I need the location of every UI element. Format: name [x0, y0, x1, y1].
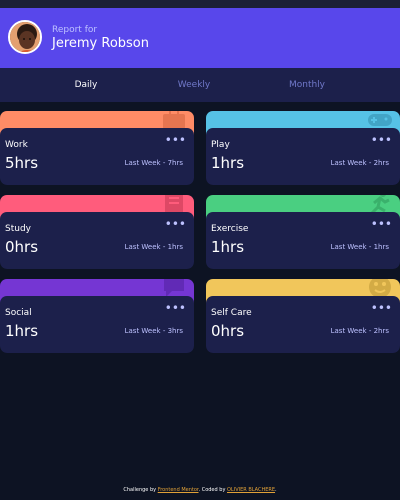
card-title: Social	[5, 308, 32, 318]
card-body[interactable]: Play ••• 1hrs Last Week - 2hrs	[206, 128, 400, 185]
activity-card-study: Study ••• 0hrs Last Week - 1hrs	[0, 195, 194, 269]
attribution-footer: Challenge by Frontend Mentor. Coded by O…	[0, 487, 400, 493]
footer-author-link[interactable]: OLIVIER BLACHERE	[227, 487, 275, 493]
activity-card-work: Work ••• 5hrs Last Week - 7hrs	[0, 111, 194, 185]
card-hours: 1hrs	[5, 322, 39, 340]
timeframe-tabs: Daily Weekly Monthly	[0, 68, 400, 102]
footer-coded-text: . Coded by	[198, 487, 226, 493]
card-title: Work	[5, 140, 28, 150]
card-body[interactable]: Self Care ••• 0hrs Last Week - 2hrs	[206, 296, 400, 353]
tab-monthly[interactable]: Monthly	[267, 80, 347, 90]
ellipsis-icon[interactable]: •••	[165, 133, 186, 147]
card-previous: Last Week - 2hrs	[330, 327, 389, 335]
activity-card-self-care: Self Care ••• 0hrs Last Week - 2hrs	[206, 279, 400, 353]
card-previous: Last Week - 1hrs	[330, 243, 389, 251]
profile-header: Report for Jeremy Robson	[0, 8, 400, 68]
report-for-label: Report for	[52, 25, 98, 35]
ellipsis-icon[interactable]: •••	[165, 301, 186, 315]
footer-end: .	[275, 487, 277, 493]
card-hours: 0hrs	[211, 322, 245, 340]
ellipsis-icon[interactable]: •••	[371, 301, 392, 315]
activity-card-social: Social ••• 1hrs Last Week - 3hrs	[0, 279, 194, 353]
activity-card-play: Play ••• 1hrs Last Week - 2hrs	[206, 111, 400, 185]
card-hours: 1hrs	[211, 154, 245, 172]
card-previous: Last Week - 3hrs	[124, 327, 183, 335]
card-previous: Last Week - 7hrs	[124, 159, 183, 167]
card-body[interactable]: Work ••• 5hrs Last Week - 7hrs	[0, 128, 194, 185]
ellipsis-icon[interactable]: •••	[371, 217, 392, 231]
card-body[interactable]: Study ••• 0hrs Last Week - 1hrs	[0, 212, 194, 269]
ellipsis-icon[interactable]: •••	[371, 133, 392, 147]
footer-challenge-text: Challenge by	[123, 487, 157, 493]
avatar	[8, 20, 42, 54]
card-body[interactable]: Exercise ••• 1hrs Last Week - 1hrs	[206, 212, 400, 269]
card-previous: Last Week - 1hrs	[124, 243, 183, 251]
card-title: Self Care	[211, 308, 252, 318]
card-title: Play	[211, 140, 230, 150]
activity-card-exercise: Exercise ••• 1hrs Last Week - 1hrs	[206, 195, 400, 269]
card-body[interactable]: Social ••• 1hrs Last Week - 3hrs	[0, 296, 194, 353]
top-strip	[0, 0, 400, 8]
card-hours: 0hrs	[5, 238, 39, 256]
card-title: Study	[5, 224, 31, 234]
user-name: Jeremy Robson	[52, 36, 149, 51]
tab-daily[interactable]: Daily	[46, 80, 126, 90]
footer-challenge-link[interactable]: Frontend Mentor	[158, 487, 199, 493]
card-hours: 5hrs	[5, 154, 39, 172]
card-hours: 1hrs	[211, 238, 245, 256]
ellipsis-icon[interactable]: •••	[165, 217, 186, 231]
card-previous: Last Week - 2hrs	[330, 159, 389, 167]
tab-weekly[interactable]: Weekly	[154, 80, 234, 90]
card-title: Exercise	[211, 224, 249, 234]
